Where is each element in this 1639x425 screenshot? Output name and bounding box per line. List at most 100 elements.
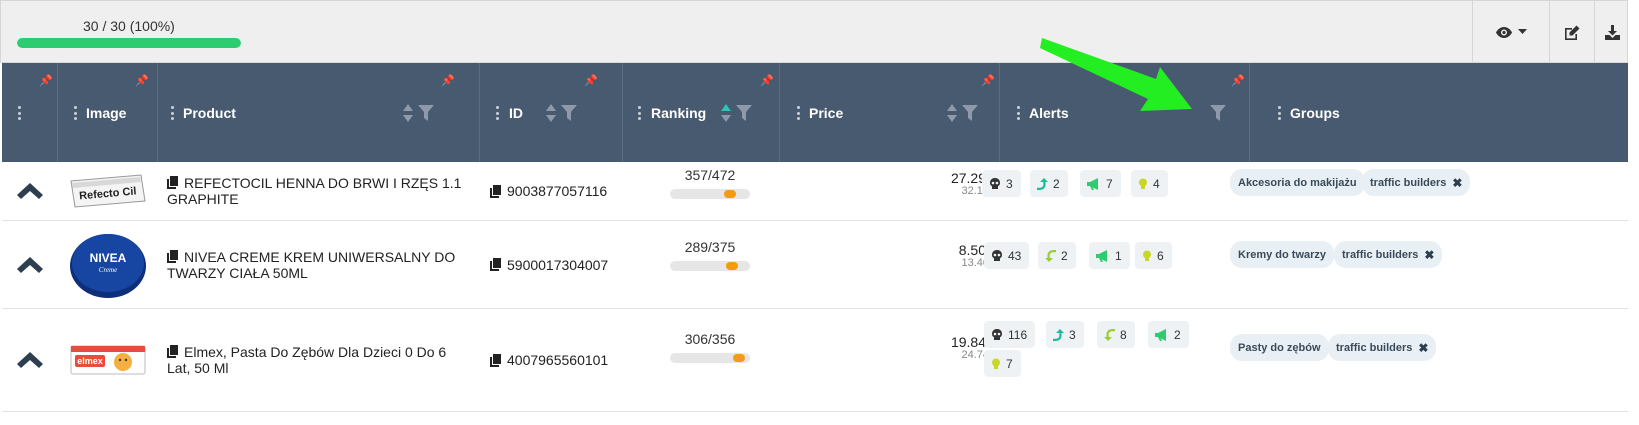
download-icon: [1604, 24, 1620, 40]
column-ranking-header: 📌 Ranking: [623, 63, 780, 162]
alert-chip-bulb[interactable]: 6: [1135, 242, 1172, 269]
pin-icon[interactable]: 📌: [584, 74, 598, 87]
filter-icon[interactable]: [736, 105, 752, 121]
download-button[interactable]: [1594, 1, 1629, 63]
alert-chip-down[interactable]: 8: [1097, 321, 1135, 348]
collapse-row-button[interactable]: [2, 162, 58, 220]
alert-count: 1: [1115, 248, 1122, 263]
alert-count: 8: [1120, 327, 1127, 342]
alert-chip-bulb[interactable]: 7: [984, 350, 1021, 377]
collapse-row-button[interactable]: [2, 309, 58, 411]
group-tag-label: Akcesoria do makijażu: [1238, 176, 1357, 189]
chevron-up-icon: [17, 256, 43, 273]
column-label: Groups: [1290, 105, 1340, 121]
column-label: Image: [86, 105, 127, 121]
pin-icon[interactable]: 📌: [135, 74, 149, 87]
alert-chip-bulb[interactable]: 4: [1131, 170, 1168, 197]
alert-chip-megaphone[interactable]: 7: [1080, 170, 1121, 197]
filter-icon[interactable]: [418, 105, 434, 121]
pin-icon[interactable]: 📌: [760, 74, 774, 87]
group-tag: Pasty do zębów: [1230, 334, 1329, 361]
alert-chip-megaphone[interactable]: 2: [1148, 321, 1189, 348]
price-cell: 19.84 zł 24.74 zł: [787, 309, 1000, 411]
filter-icon[interactable]: [962, 105, 978, 121]
pin-icon[interactable]: 📌: [1231, 74, 1245, 87]
column-grip-icon[interactable]: [171, 106, 174, 120]
group-tag-label: traffic builders: [1342, 248, 1419, 261]
remove-tag-icon[interactable]: ✖: [1424, 248, 1434, 262]
collapse-row-button[interactable]: [2, 221, 58, 308]
column-grip-icon[interactable]: [1278, 106, 1281, 120]
remove-tag-icon[interactable]: ✖: [1452, 176, 1462, 190]
alert-count: 7: [1006, 356, 1013, 371]
alert-chip-up[interactable]: 3: [1046, 321, 1084, 348]
column-grip-icon[interactable]: [797, 106, 800, 120]
ranking-marker: [733, 354, 745, 362]
alert-count: 4: [1153, 176, 1160, 191]
alert-count: 3: [1006, 176, 1013, 191]
sort-icon[interactable]: [545, 103, 557, 123]
filter-icon[interactable]: [561, 105, 577, 121]
group-tag-label: Pasty do zębów: [1238, 341, 1321, 354]
alert-chip-skull[interactable]: 3: [982, 170, 1021, 197]
groups-cell: Kremy do twarzy traffic builders ✖: [1230, 221, 1624, 308]
column-grip-icon[interactable]: [74, 106, 77, 120]
column-expand-header: 📌: [2, 63, 58, 162]
product-image: Refecto Cil: [58, 162, 158, 220]
toolbar: 30 / 30 (100%): [0, 0, 1628, 63]
groups-cell: Akcesoria do makijażu traffic builders ✖: [1230, 162, 1624, 220]
alert-chip-up[interactable]: 2: [1030, 170, 1068, 197]
column-price-header: 📌 Price: [780, 63, 1000, 162]
table-row[interactable]: elmex Elmex, Pasta Do Zębów Dla Dzieci 0…: [2, 309, 1628, 412]
price-cell: 27.29 zł 32.19 zł: [787, 162, 1000, 220]
sort-icon[interactable]: [946, 103, 958, 123]
product-name-line: GRAPHITE: [167, 191, 239, 207]
table-row[interactable]: Refecto Cil REFECTOCIL HENNA DO BRWI I R…: [2, 162, 1628, 221]
alert-chip-skull[interactable]: 116: [984, 321, 1036, 348]
alerts-cell: 116 3 8 2 7: [984, 309, 1260, 411]
ranking-cell: 289/375: [630, 221, 787, 308]
megaphone-icon: [1155, 328, 1166, 341]
pin-icon[interactable]: 📌: [39, 74, 53, 87]
sort-icon[interactable]: [402, 103, 414, 123]
product-image-elmex: elmex: [70, 345, 146, 375]
column-grip-icon[interactable]: [496, 106, 499, 120]
product-image-refectocil: Refecto Cil: [70, 174, 146, 208]
copy-icon[interactable]: [167, 176, 178, 189]
column-grip-icon[interactable]: [638, 106, 641, 120]
copy-icon[interactable]: [490, 258, 501, 271]
arrow-down-icon: [1045, 249, 1056, 262]
price-cell: 8.50 zł 13.40 zł: [787, 221, 1000, 308]
remove-tag-icon[interactable]: ✖: [1418, 341, 1428, 355]
copy-icon[interactable]: [167, 345, 178, 358]
group-tag-label: Kremy do twarzy: [1238, 248, 1327, 261]
edit-button[interactable]: [1549, 1, 1594, 63]
column-grip-icon[interactable]: [18, 106, 21, 120]
alert-count: 6: [1157, 248, 1164, 263]
pin-icon[interactable]: 📌: [441, 74, 455, 87]
group-tag-label: traffic builders: [1370, 176, 1447, 189]
product-id-text: 9003877057116: [507, 183, 608, 199]
image-brand-sub: Creme: [99, 266, 117, 274]
ranking-bar: [670, 353, 750, 363]
ranking-cell: 306/356: [630, 309, 787, 411]
alerts-cell: 43 2 1 6: [984, 221, 1260, 308]
table-row[interactable]: NIVEA Creme NIVEA CREME KREM UNIWERSALNY…: [2, 221, 1628, 309]
alert-chip-down[interactable]: 2: [1038, 242, 1076, 269]
copy-icon[interactable]: [490, 184, 501, 198]
column-grip-icon[interactable]: [1017, 106, 1020, 120]
copy-icon[interactable]: [490, 353, 501, 367]
ranking-text: 306/356: [684, 331, 736, 347]
eye-icon: [1495, 26, 1512, 38]
alert-chip-megaphone[interactable]: 1: [1089, 242, 1130, 269]
alert-chip-skull[interactable]: 43: [984, 242, 1030, 269]
copy-icon[interactable]: [167, 249, 178, 263]
pin-icon[interactable]: 📌: [981, 74, 995, 87]
view-options-button[interactable]: [1472, 1, 1549, 63]
column-label: Price: [809, 105, 844, 121]
progress-fill: [17, 38, 241, 48]
column-image-header: 📌 Image: [58, 63, 158, 162]
ranking-marker: [726, 262, 738, 270]
group-tag: Kremy do twarzy: [1230, 241, 1335, 268]
sort-icon[interactable]: [720, 103, 732, 123]
